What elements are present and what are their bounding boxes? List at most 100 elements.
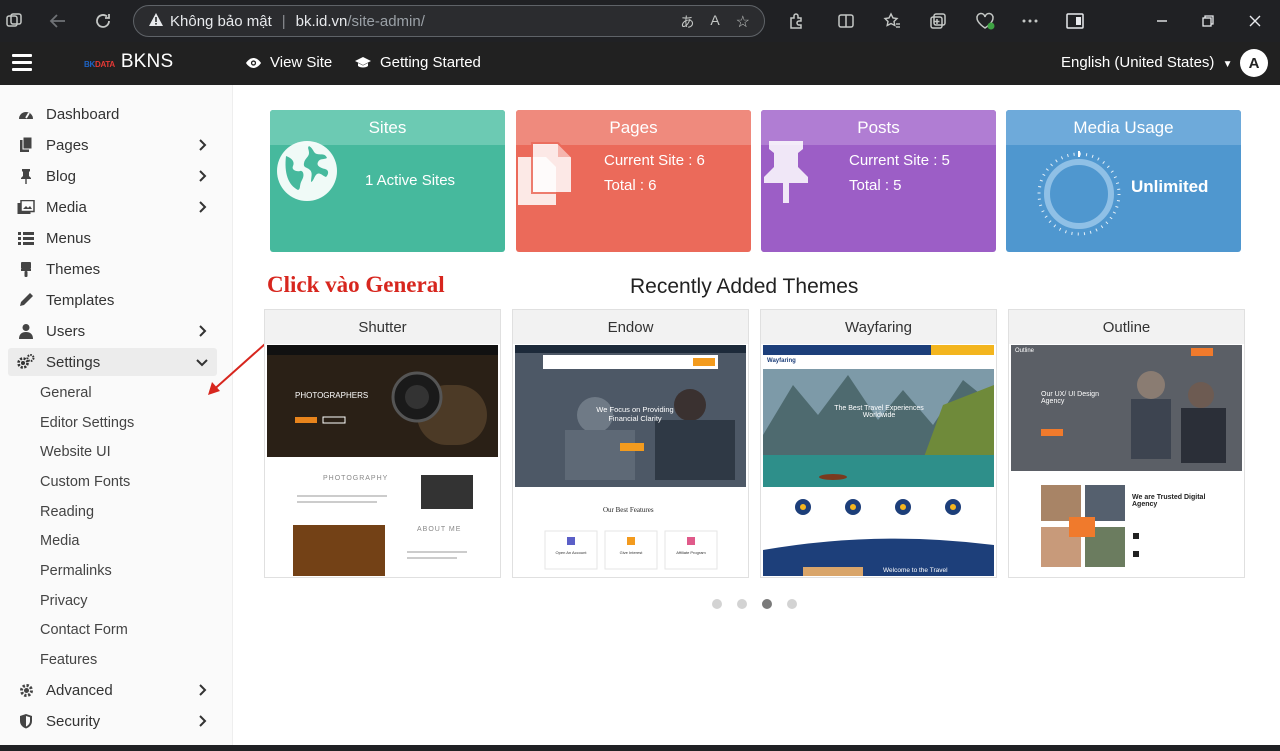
- sidebar-item-settings[interactable]: Settings: [8, 348, 217, 376]
- theme-name: Endow: [513, 310, 748, 344]
- sidebar-item-label: Security: [46, 712, 101, 730]
- settings-sub-features[interactable]: Features: [40, 652, 97, 668]
- favorite-star-icon[interactable]: ☆: [736, 12, 750, 32]
- settings-sub-custom-fonts[interactable]: Custom Fonts: [40, 474, 130, 490]
- user-icon: [17, 322, 35, 340]
- thumbtack-icon: [764, 141, 808, 203]
- pin-icon: [17, 167, 35, 185]
- sidebar-item-label: Pages: [46, 136, 89, 154]
- language-selector[interactable]: English (United States) ▼: [1061, 54, 1232, 71]
- media-usage-card-title: Media Usage: [1006, 110, 1241, 145]
- sidebar-item-label: Settings: [46, 353, 101, 371]
- settings-sub-reading[interactable]: Reading: [40, 504, 94, 520]
- sidebar-item-templates[interactable]: Templates: [8, 286, 217, 314]
- sidebar-item-menus[interactable]: Menus: [8, 224, 217, 252]
- theme-name: Outline: [1009, 310, 1244, 344]
- view-site-label: View Site: [270, 54, 333, 71]
- restore-icon[interactable]: [1196, 9, 1220, 33]
- avatar[interactable]: A: [1240, 49, 1268, 77]
- extensions-icon[interactable]: [784, 9, 808, 33]
- read-aloud-icon[interactable]: A: [710, 12, 719, 32]
- theme-preview: PHOTOGRAPHERS PHOTOGRAPHY ABOUT ME: [267, 345, 498, 576]
- translate-icon[interactable]: あ: [680, 12, 694, 32]
- carousel-dot[interactable]: [787, 599, 797, 609]
- settings-sub-privacy[interactable]: Privacy: [40, 593, 88, 609]
- sidebar-item-label: Advanced: [46, 681, 113, 699]
- theme-footer-text: Welcome to the Travel: [883, 567, 948, 574]
- theme-card-shutter[interactable]: Shutter PHOTOGRAPHERS PHOTOGRAPHY ABOUT …: [264, 309, 501, 578]
- globe-icon: [277, 141, 337, 201]
- sidebar-item-users[interactable]: Users: [8, 317, 217, 345]
- back-icon[interactable]: [46, 9, 70, 33]
- theme-feature-3: Affiliate Program: [676, 550, 706, 555]
- pages-card[interactable]: Pages Current Site : 6 Total : 6: [516, 110, 751, 252]
- sidebar-toggle-icon[interactable]: [1063, 9, 1087, 33]
- menus-icon: [17, 229, 35, 247]
- settings-sub-general[interactable]: General: [40, 385, 92, 401]
- gears-icon: [17, 353, 35, 371]
- posts-current-site: Current Site : 5: [849, 152, 950, 169]
- favorites-icon[interactable]: [880, 9, 904, 33]
- chevron-right-icon: [199, 684, 207, 696]
- minimize-icon[interactable]: [1150, 9, 1174, 33]
- sidebar: Dashboard Pages Blog Media Menus Themes …: [0, 85, 233, 751]
- app-header: BKDATA BKNS View Site Getting Started En…: [0, 42, 1280, 85]
- brand-logo: BKDATA: [84, 59, 115, 69]
- sidebar-item-advanced[interactable]: Advanced: [8, 676, 217, 704]
- media-usage-value: Unlimited: [1131, 177, 1209, 196]
- gear-icon: [17, 681, 35, 699]
- dashboard-icon: [17, 105, 35, 123]
- settings-sub-editor-settings[interactable]: Editor Settings: [40, 415, 134, 431]
- theme-preview: Wayfaring The Best Travel Experiences Wo…: [763, 345, 994, 576]
- sidebar-item-media[interactable]: Media: [8, 193, 217, 221]
- security-label[interactable]: Không bảo mật: [170, 13, 272, 30]
- sidebar-item-security[interactable]: Security: [8, 707, 217, 735]
- theme-hero-text: PHOTOGRAPHERS: [295, 391, 369, 400]
- settings-sub-permalinks[interactable]: Permalinks: [40, 563, 112, 579]
- getting-started-link[interactable]: Getting Started: [354, 54, 481, 71]
- url-path: /site-admin/: [347, 12, 425, 30]
- theme-name: Wayfaring: [761, 310, 996, 344]
- media-usage-card[interactable]: Media Usage Unlimited: [1006, 110, 1241, 252]
- theme-card-wayfaring[interactable]: Wayfaring Wayfaring The Best Travel Expe…: [760, 309, 997, 578]
- sidebar-item-label: Menus: [46, 229, 92, 247]
- more-options-icon[interactable]: [1018, 9, 1042, 33]
- settings-sub-website-ui[interactable]: Website UI: [40, 444, 111, 460]
- browser-toolbar: Không bảo mật | bk.id.vn /site-admin/ あ …: [0, 0, 1280, 42]
- settings-sub-contact-form[interactable]: Contact Form: [40, 622, 128, 638]
- carousel-dot-active[interactable]: [762, 599, 772, 609]
- view-site-link[interactable]: View Site: [245, 54, 332, 71]
- chevron-right-icon: [199, 170, 207, 182]
- carousel-dot[interactable]: [712, 599, 722, 609]
- address-bar[interactable]: Không bảo mật | bk.id.vn /site-admin/ あ …: [133, 5, 765, 37]
- close-icon[interactable]: [1243, 9, 1267, 33]
- reload-icon[interactable]: [91, 9, 115, 33]
- sidebar-item-pages[interactable]: Pages: [8, 131, 217, 159]
- sites-active-count: 1 Active Sites: [365, 172, 456, 189]
- carousel-dot[interactable]: [737, 599, 747, 609]
- url-host: bk.id.vn: [295, 12, 348, 30]
- theme-card-endow[interactable]: Endow We Focus on Providing Financial Cl…: [512, 309, 749, 578]
- sidebar-item-dashboard[interactable]: Dashboard: [8, 100, 217, 128]
- browser-essentials-icon[interactable]: [973, 9, 997, 33]
- split-screen-icon[interactable]: [834, 9, 858, 33]
- language-label: English (United States): [1061, 54, 1215, 71]
- theme-name: Shutter: [265, 310, 500, 344]
- copy-icon: [518, 142, 573, 205]
- collections-icon[interactable]: [926, 9, 950, 33]
- shield-icon: [17, 712, 35, 730]
- sidebar-item-themes[interactable]: Themes: [8, 255, 217, 283]
- tab-actions-icon[interactable]: [2, 9, 26, 33]
- theme-hero-text: The Best Travel Experiences Worldwide: [834, 405, 924, 419]
- annotation-text: Click vào General: [267, 272, 445, 297]
- settings-sub-media[interactable]: Media: [40, 533, 80, 549]
- brand[interactable]: BKDATA BKNS: [84, 51, 173, 73]
- usage-gauge-icon: [1037, 151, 1121, 236]
- posts-card[interactable]: Posts Current Site : 5 Total : 5: [761, 110, 996, 252]
- theme-card-outline[interactable]: Outline Outline Our UX/ UI Design Agency…: [1008, 309, 1245, 578]
- theme-preview: Outline Our UX/ UI Design Agency We are …: [1011, 345, 1242, 576]
- sites-card[interactable]: Sites 1 Active Sites: [270, 110, 505, 252]
- sidebar-item-blog[interactable]: Blog: [8, 162, 217, 190]
- menu-toggle-icon[interactable]: [12, 54, 32, 72]
- theme-about-text: ABOUT ME: [417, 526, 462, 533]
